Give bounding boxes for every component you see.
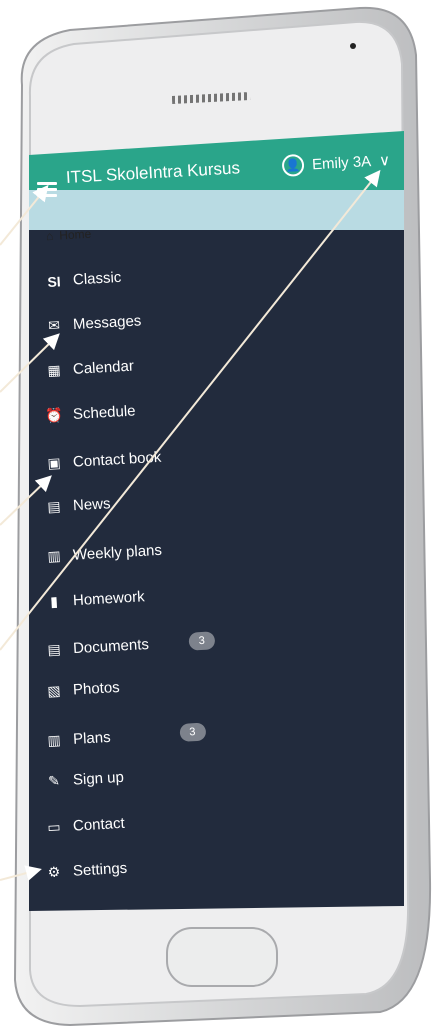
nav-item-label: Schedule xyxy=(72,402,136,423)
chevron-down-icon: ∨ xyxy=(378,151,391,170)
home-button[interactable] xyxy=(166,927,278,987)
photos-icon: ▧ xyxy=(46,682,62,699)
news-icon: ▤ xyxy=(46,497,62,515)
alarm-clock-icon: ⏰ xyxy=(44,406,64,424)
nav-item-label: News xyxy=(72,495,111,515)
envelope-icon: ✉ xyxy=(47,316,61,334)
gear-icon: ⚙ xyxy=(47,863,61,881)
hamburger-menu-icon[interactable] xyxy=(37,182,57,198)
calendar-icon: ▦ xyxy=(46,361,62,379)
nav-item-label: Plans xyxy=(72,728,112,748)
contact-book-icon: ▣ xyxy=(46,454,62,472)
nav-home-label: Home xyxy=(58,226,92,243)
nav-item-label: Contact xyxy=(72,814,126,835)
weekly-plan-icon: ▥ xyxy=(46,547,62,565)
nav-item-label: Settings xyxy=(72,859,128,880)
user-avatar-icon: 👤 xyxy=(281,153,305,178)
plans-count-badge: 3 xyxy=(178,722,206,742)
nav-item-label: Classic xyxy=(72,268,122,289)
signup-icon: ✎ xyxy=(47,772,61,790)
clipboard-icon: ▥ xyxy=(47,731,62,748)
nav-item-label: Documents xyxy=(72,635,150,657)
nav-item-label: Calendar xyxy=(72,357,135,378)
user-name: Emily 3A xyxy=(311,152,372,173)
homework-icon: ▮ xyxy=(49,593,59,610)
document-icon: ▤ xyxy=(47,640,62,658)
home-icon: ⌂ xyxy=(45,228,54,244)
nav-item-label: Sign up xyxy=(72,768,125,789)
document-count-badge: 3 xyxy=(188,631,216,651)
si-logo-icon: SI xyxy=(46,272,62,290)
phone-screen: ITSL SkoleIntra Kursus 👤 Emily 3A ∨ ⌂ Ho… xyxy=(29,131,404,911)
nav-home[interactable]: ⌂ Home xyxy=(46,227,92,244)
nav-item-label: Photos xyxy=(72,678,121,699)
front-camera xyxy=(350,43,356,49)
contact-icon: ▭ xyxy=(46,818,62,836)
